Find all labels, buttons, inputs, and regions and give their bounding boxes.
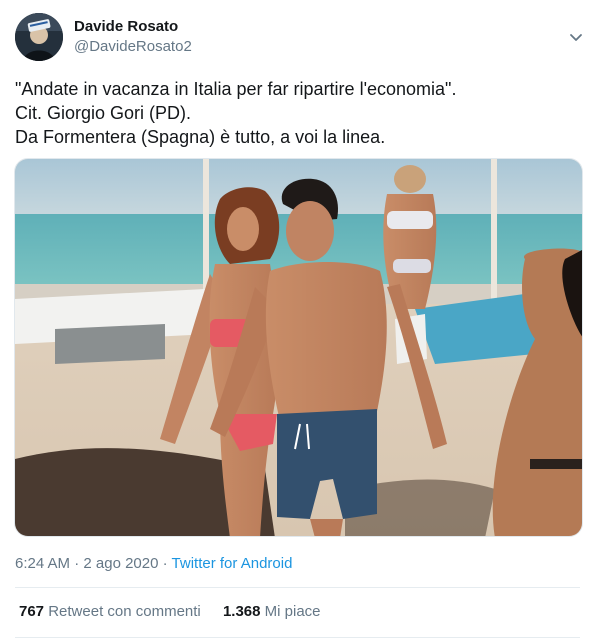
tweet-source-link[interactable]: Twitter for Android [172, 555, 293, 572]
retweets-label: Retweet con commenti [48, 603, 201, 620]
tweet-text: "Andate in vacanza in Italia per far rip… [15, 77, 580, 149]
author-handle[interactable]: @DavideRosato2 [74, 37, 192, 57]
tweet-date[interactable]: 2 ago 2020 [83, 555, 158, 572]
tweet-stats: 767 Retweet con commenti 1.368 Mi piace [19, 602, 321, 622]
author-display-name[interactable]: Davide Rosato [74, 17, 178, 37]
likes-label: Mi piace [264, 603, 321, 620]
tweet-meta: 6:24 AM · 2 ago 2020 · Twitter for Andro… [15, 554, 292, 574]
meta-separator: · [74, 555, 80, 572]
retweets-count: 767 [19, 603, 45, 620]
tweet-text-line: Cit. Giorgio Gori (PD). [15, 103, 192, 123]
chevron-down-icon[interactable] [566, 27, 586, 47]
retweets-stat[interactable]: 767 Retweet con commenti [19, 602, 201, 622]
tweet-text-line: Da Formentera (Spagna) è tutto, a voi la… [15, 127, 386, 147]
avatar-image [15, 13, 63, 61]
likes-count: 1.368 [222, 603, 261, 620]
divider [15, 637, 580, 638]
beach-photo [15, 159, 582, 536]
avatar[interactable] [15, 13, 63, 61]
tweet-photo[interactable] [14, 158, 583, 537]
tweet-time[interactable]: 6:24 AM [15, 555, 70, 572]
divider [15, 587, 580, 588]
tweet-card: Davide Rosato @DavideRosato2 "Andate in … [0, 0, 595, 642]
meta-separator: · [162, 555, 168, 572]
tweet-text-line: "Andate in vacanza in Italia per far rip… [15, 79, 457, 99]
likes-stat[interactable]: 1.368 Mi piace [223, 602, 321, 622]
